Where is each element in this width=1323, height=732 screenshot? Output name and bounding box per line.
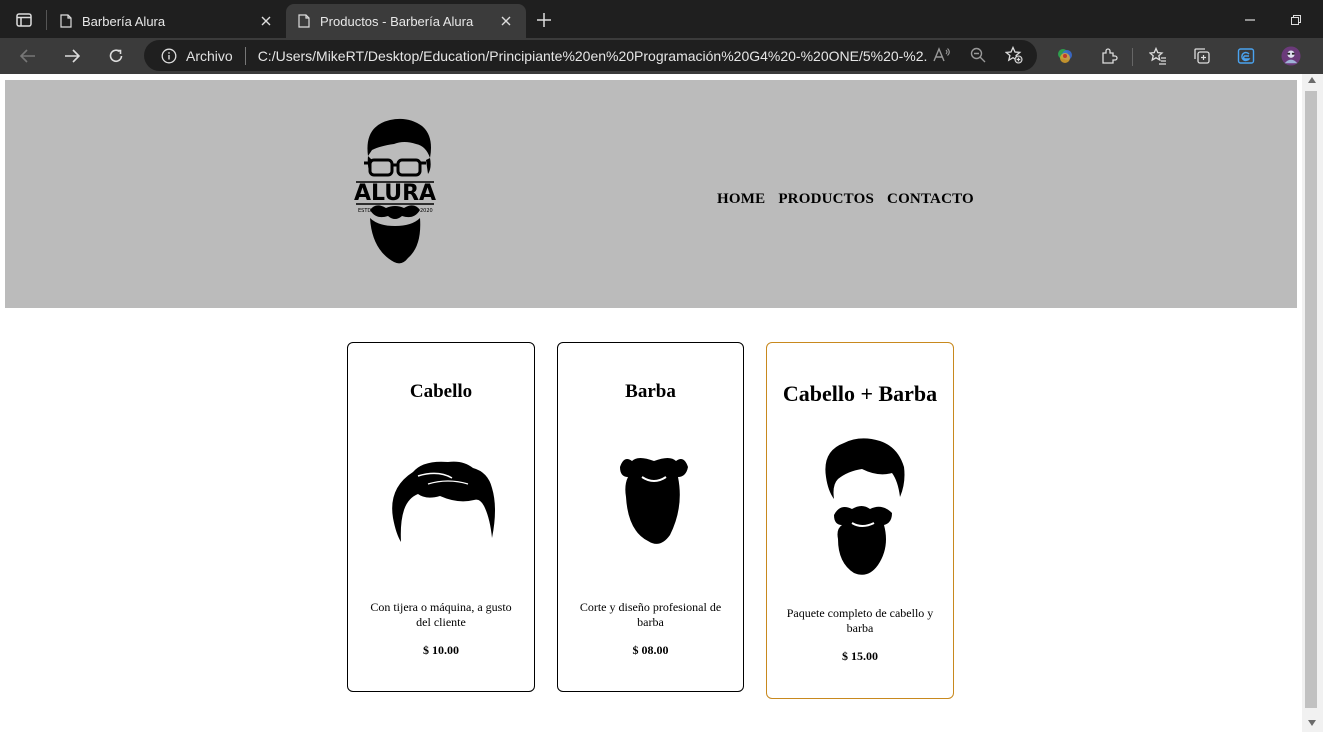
- tab-actions-button[interactable]: [10, 8, 38, 32]
- nav-home-link[interactable]: HOME: [717, 191, 765, 208]
- product-price: $ 10.00: [423, 643, 459, 657]
- hair-icon: [392, 461, 495, 542]
- beard-icon: [620, 458, 688, 544]
- product-description: Paquete completo de cabello y barba: [786, 606, 934, 635]
- close-tab-button[interactable]: [496, 11, 516, 31]
- bearded-man-logo-icon: ALURA ESTD 2020: [354, 118, 436, 264]
- browser-toolbar: Archivo C:/Users/MikeRT/Desktop/Educatio…: [0, 38, 1323, 74]
- alura-logo[interactable]: ALURA ESTD 2020: [350, 116, 440, 266]
- product-price: $ 15.00: [842, 649, 878, 663]
- new-tab-button[interactable]: [533, 9, 555, 31]
- product-price: $ 08.00: [632, 643, 669, 657]
- nav-productos-link[interactable]: PRODUCTOS: [778, 191, 874, 208]
- scroll-up-arrow-icon[interactable]: [1308, 77, 1316, 83]
- scrollbar-thumb[interactable]: [1305, 91, 1317, 708]
- favorites-icon[interactable]: [1148, 46, 1168, 66]
- address-divider: [244, 46, 246, 65]
- tab-barberia-alura[interactable]: Barbería Alura: [48, 4, 286, 38]
- product-card-barba[interactable]: Barba Corte y diseño profesional de barb…: [557, 342, 744, 692]
- add-favorite-icon[interactable]: [1005, 46, 1023, 64]
- minimize-button[interactable]: [1240, 10, 1260, 30]
- extensions-icon[interactable]: [1099, 46, 1119, 66]
- restore-icon: [1291, 15, 1301, 25]
- tab-bar: Barbería Alura Productos - Barbería Alur…: [0, 0, 1323, 38]
- product-title: Cabello: [409, 381, 473, 402]
- address-bar[interactable]: Archivo C:/Users/MikeRT/Desktop/Educatio…: [144, 40, 1037, 71]
- document-icon: [298, 14, 310, 28]
- tab-title: Barbería Alura: [82, 13, 166, 29]
- plus-icon: [537, 13, 551, 27]
- back-button[interactable]: [15, 44, 41, 68]
- page-viewport: ALURA ESTD 2020 HOME PRODUCTOS CONTACTO …: [0, 74, 1302, 732]
- nav-contacto-link[interactable]: CONTACTO: [887, 191, 974, 208]
- restore-button[interactable]: [1286, 10, 1306, 30]
- toolbar-separator: [1132, 48, 1133, 66]
- page-scrollbar[interactable]: [1302, 74, 1323, 732]
- product-title: Cabello + Barba: [782, 381, 938, 406]
- extension-colorful-icon[interactable]: [1055, 46, 1075, 66]
- hair-and-beard-icon: [825, 438, 905, 575]
- url-text[interactable]: C:/Users/MikeRT/Desktop/Education/Princi…: [258, 48, 928, 64]
- tab-productos[interactable]: Productos - Barbería Alura: [286, 4, 526, 38]
- close-icon: [501, 16, 511, 26]
- scroll-down-arrow-icon[interactable]: [1308, 720, 1316, 726]
- logo-left-text: ESTD: [358, 208, 371, 214]
- info-icon[interactable]: [161, 48, 177, 64]
- forward-button[interactable]: [59, 44, 85, 68]
- site-nav: HOME PRODUCTOS CONTACTO: [717, 191, 987, 208]
- refresh-button[interactable]: [103, 44, 129, 68]
- refresh-icon: [109, 49, 123, 62]
- edge-bar-icon[interactable]: [1236, 46, 1256, 66]
- collections-icon[interactable]: [1192, 46, 1212, 66]
- minimize-icon: [1245, 19, 1255, 21]
- product-description: Con tijera o máquina, a gusto del client…: [370, 600, 512, 629]
- tab-actions-icon: [16, 13, 32, 27]
- document-icon: [60, 14, 72, 28]
- close-tab-button[interactable]: [256, 11, 276, 31]
- tab-title: Productos - Barbería Alura: [320, 13, 474, 29]
- zoom-out-icon[interactable]: [969, 46, 987, 64]
- arrow-right-icon: [65, 49, 80, 63]
- product-description: Corte y diseño profesional de barba: [579, 600, 722, 629]
- product-card-cabello[interactable]: Cabello Con tijera o máquina, a gusto de…: [347, 342, 535, 692]
- site-header: ALURA ESTD 2020 HOME PRODUCTOS CONTACTO: [5, 80, 1297, 308]
- logo-text: ALURA: [354, 181, 436, 206]
- profile-avatar-icon[interactable]: [1281, 46, 1301, 66]
- product-title: Barba: [625, 381, 676, 402]
- product-card-cabello-barba[interactable]: Cabello + Barba Paquete completo de cabe…: [766, 342, 954, 699]
- logo-right-text: 2020: [420, 208, 433, 214]
- close-icon: [261, 16, 271, 26]
- tab-separator: [46, 10, 47, 30]
- scheme-label: Archivo: [186, 47, 233, 64]
- arrow-left-icon: [20, 49, 35, 63]
- read-aloud-icon[interactable]: [933, 46, 951, 64]
